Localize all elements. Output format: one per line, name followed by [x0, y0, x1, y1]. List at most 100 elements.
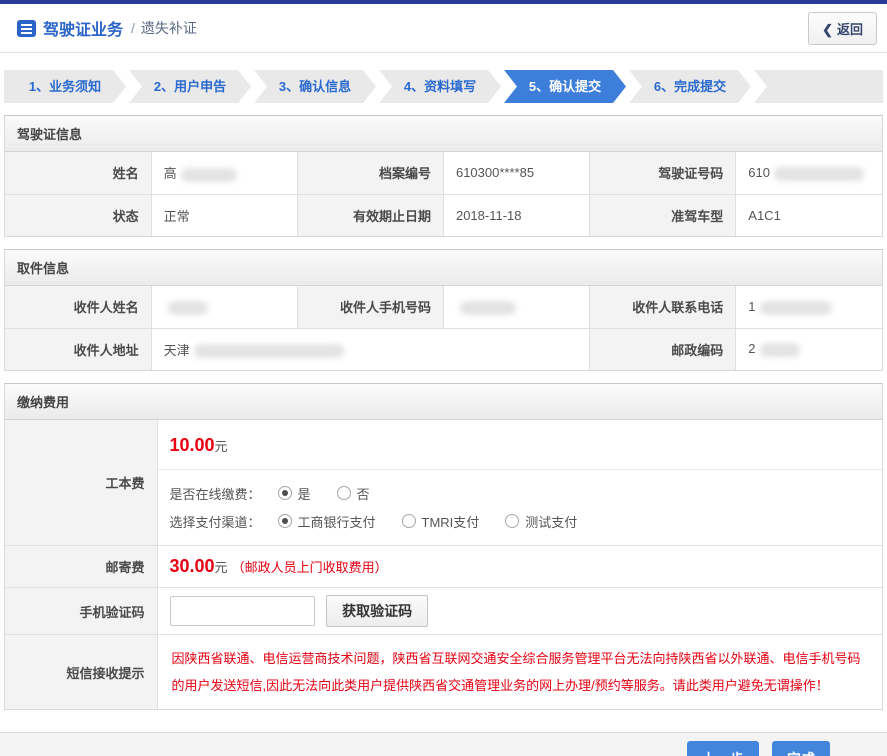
recipient-mobile-label: 收件人手机号码	[297, 286, 443, 328]
postage-fee-value: 30.00元 （邮政人员上门收取费用）	[157, 546, 882, 588]
radio-option-test-label: 测试支付	[525, 512, 577, 531]
breadcrumb-current: 遗失补证	[141, 20, 197, 36]
back-button-label: 返回	[837, 22, 863, 37]
step-1-business-notice[interactable]: 1、业务须知	[4, 70, 126, 103]
finish-button[interactable]: 完成	[772, 741, 830, 756]
vehicle-class-value: A1C1	[736, 194, 882, 236]
license-info-section: 驾驶证信息 姓名 高 档案编号 610300****85 驾驶证号码 610 状…	[4, 115, 883, 237]
postage-fee-row: 邮寄费 30.00元（邮政人员上门收取费用）	[5, 546, 882, 588]
captcha-input[interactable]	[170, 596, 315, 626]
license-info-table: 姓名 高 档案编号 610300****85 驾驶证号码 610 状态 正常 有…	[5, 152, 882, 236]
license-info-title: 驾驶证信息	[5, 116, 882, 152]
postal-code-label: 邮政编码	[590, 328, 736, 370]
status-label: 状态	[5, 194, 151, 236]
step-wizard: 1、业务须知 2、用户申告 3、确认信息 4、资料填写 5、确认提交 6、完成提…	[4, 70, 883, 103]
postage-fee-number: 30.00	[170, 556, 215, 576]
radio-option-yes-label: 是	[298, 484, 311, 503]
payment-section: 缴纳费用 工本费 10.00元 是否在线缴费： 是 否 选择支付渠道： 工商银行	[4, 383, 883, 710]
redacted-recipient-phone	[760, 301, 832, 315]
step-3-confirm-info[interactable]: 3、确认信息	[254, 70, 376, 103]
valid-until-value: 2018-11-18	[443, 194, 589, 236]
file-no-label: 档案编号	[297, 152, 443, 194]
production-fee-value: 10.00元 是否在线缴费： 是 否 选择支付渠道： 工商银行支付 TMRI支付…	[157, 420, 882, 546]
radio-option-tmri[interactable]: TMRI支付	[402, 512, 480, 531]
radio-unselected-icon[interactable]	[505, 514, 519, 528]
recipient-phone-label: 收件人联系电话	[590, 286, 736, 328]
license-no-value: 610	[736, 152, 882, 194]
recipient-mobile-value	[443, 286, 589, 328]
online-payment-label: 是否在线缴费：	[170, 484, 278, 503]
radio-option-no[interactable]: 否	[337, 484, 370, 503]
recipient-address-value: 天津	[151, 328, 589, 370]
breadcrumb-separator: /	[131, 20, 135, 36]
license-no-label: 驾驶证号码	[590, 152, 736, 194]
step-4-fill-data[interactable]: 4、资料填写	[379, 70, 501, 103]
valid-until-label: 有效期止日期	[297, 194, 443, 236]
radio-option-yes[interactable]: 是	[278, 484, 311, 503]
captcha-label: 手机验证码	[5, 588, 157, 635]
recipient-name-label: 收件人姓名	[5, 286, 151, 328]
payment-channel-row: 选择支付渠道： 工商银行支付 TMRI支付 测试支付	[170, 507, 871, 535]
radio-option-test[interactable]: 测试支付	[505, 512, 577, 531]
postage-fee-note: （邮政人员上门收取费用）	[232, 560, 388, 575]
radio-option-icbc-label: 工商银行支付	[298, 512, 376, 531]
recipient-address-label: 收件人地址	[5, 328, 151, 370]
page-title: 驾驶证业务	[43, 16, 123, 40]
footer-action-bar: 上一步 完成	[0, 732, 887, 756]
payment-channel-label: 选择支付渠道：	[170, 512, 278, 531]
captcha-field-cell: 获取验证码	[157, 588, 882, 635]
license-list-icon	[17, 20, 36, 37]
production-fee-row: 工本费 10.00元 是否在线缴费： 是 否 选择支付渠道： 工商银行支付 TM…	[5, 420, 882, 546]
radio-option-no-label: 否	[357, 484, 370, 503]
postage-fee-unit: 元	[215, 560, 228, 575]
radio-selected-icon[interactable]	[278, 486, 292, 500]
online-payment-row: 是否在线缴费： 是 否	[170, 479, 871, 507]
captcha-row: 手机验证码 获取验证码	[5, 588, 882, 635]
pickup-info-section: 取件信息 收件人姓名 收件人手机号码 收件人联系电话 1 收件人地址 天津 邮政…	[4, 249, 883, 371]
sms-tip-cell: 因陕西省联通、电信运营商技术问题，陕西省互联网交通安全综合服务管理平台无法向持陕…	[157, 635, 882, 710]
radio-unselected-icon[interactable]	[337, 486, 351, 500]
payment-title: 缴纳费用	[5, 384, 882, 420]
redacted-name	[181, 168, 237, 182]
radio-selected-icon[interactable]	[278, 514, 292, 528]
production-fee-label: 工本费	[5, 420, 157, 546]
sms-tip-label: 短信接收提示	[5, 635, 157, 710]
table-row: 收件人姓名 收件人手机号码 收件人联系电话 1	[5, 286, 882, 328]
payment-table: 工本费 10.00元 是否在线缴费： 是 否 选择支付渠道： 工商银行支付 TM…	[5, 420, 882, 709]
payment-options: 是否在线缴费： 是 否 选择支付渠道： 工商银行支付 TMRI支付 测试支付	[158, 470, 883, 545]
table-row: 收件人地址 天津 邮政编码 2	[5, 328, 882, 370]
page-header: 驾驶证业务 / 遗失补证 ❮ 返回	[0, 4, 887, 53]
get-captcha-button[interactable]: 获取验证码	[326, 595, 428, 627]
file-no-value: 610300****85	[443, 152, 589, 194]
status-value: 正常	[151, 194, 297, 236]
pickup-info-title: 取件信息	[5, 250, 882, 286]
step-5-confirm-submit[interactable]: 5、确认提交	[504, 70, 626, 103]
postal-code-value: 2	[736, 328, 882, 370]
step-bar-filler	[754, 70, 883, 103]
recipient-name-value	[151, 286, 297, 328]
radio-option-icbc[interactable]: 工商银行支付	[278, 512, 376, 531]
vehicle-class-label: 准驾车型	[590, 194, 736, 236]
redacted-recipient-name	[168, 301, 208, 315]
previous-step-button[interactable]: 上一步	[687, 741, 759, 756]
step-2-user-declaration[interactable]: 2、用户申告	[129, 70, 251, 103]
breadcrumb: / 遗失补证	[131, 18, 197, 38]
back-button[interactable]: ❮ 返回	[808, 12, 877, 45]
production-fee-number: 10.00	[170, 435, 215, 455]
pickup-info-table: 收件人姓名 收件人手机号码 收件人联系电话 1 收件人地址 天津 邮政编码 2	[5, 286, 882, 370]
name-label: 姓名	[5, 152, 151, 194]
step-6-complete-submit[interactable]: 6、完成提交	[629, 70, 751, 103]
table-row: 状态 正常 有效期止日期 2018-11-18 准驾车型 A1C1	[5, 194, 882, 236]
recipient-phone-value: 1	[736, 286, 882, 328]
name-value: 高	[151, 152, 297, 194]
redacted-postal-code	[760, 343, 800, 357]
redacted-recipient-address	[194, 344, 344, 358]
production-fee-amount: 10.00元	[158, 420, 883, 469]
production-fee-unit: 元	[215, 439, 228, 454]
radio-unselected-icon[interactable]	[402, 514, 416, 528]
sms-tip-row: 短信接收提示 因陕西省联通、电信运营商技术问题，陕西省互联网交通安全综合服务管理…	[5, 635, 882, 710]
table-row: 姓名 高 档案编号 610300****85 驾驶证号码 610	[5, 152, 882, 194]
radio-option-tmri-label: TMRI支付	[422, 512, 480, 531]
chevron-left-icon: ❮	[822, 22, 833, 37]
redacted-recipient-mobile	[460, 301, 516, 315]
